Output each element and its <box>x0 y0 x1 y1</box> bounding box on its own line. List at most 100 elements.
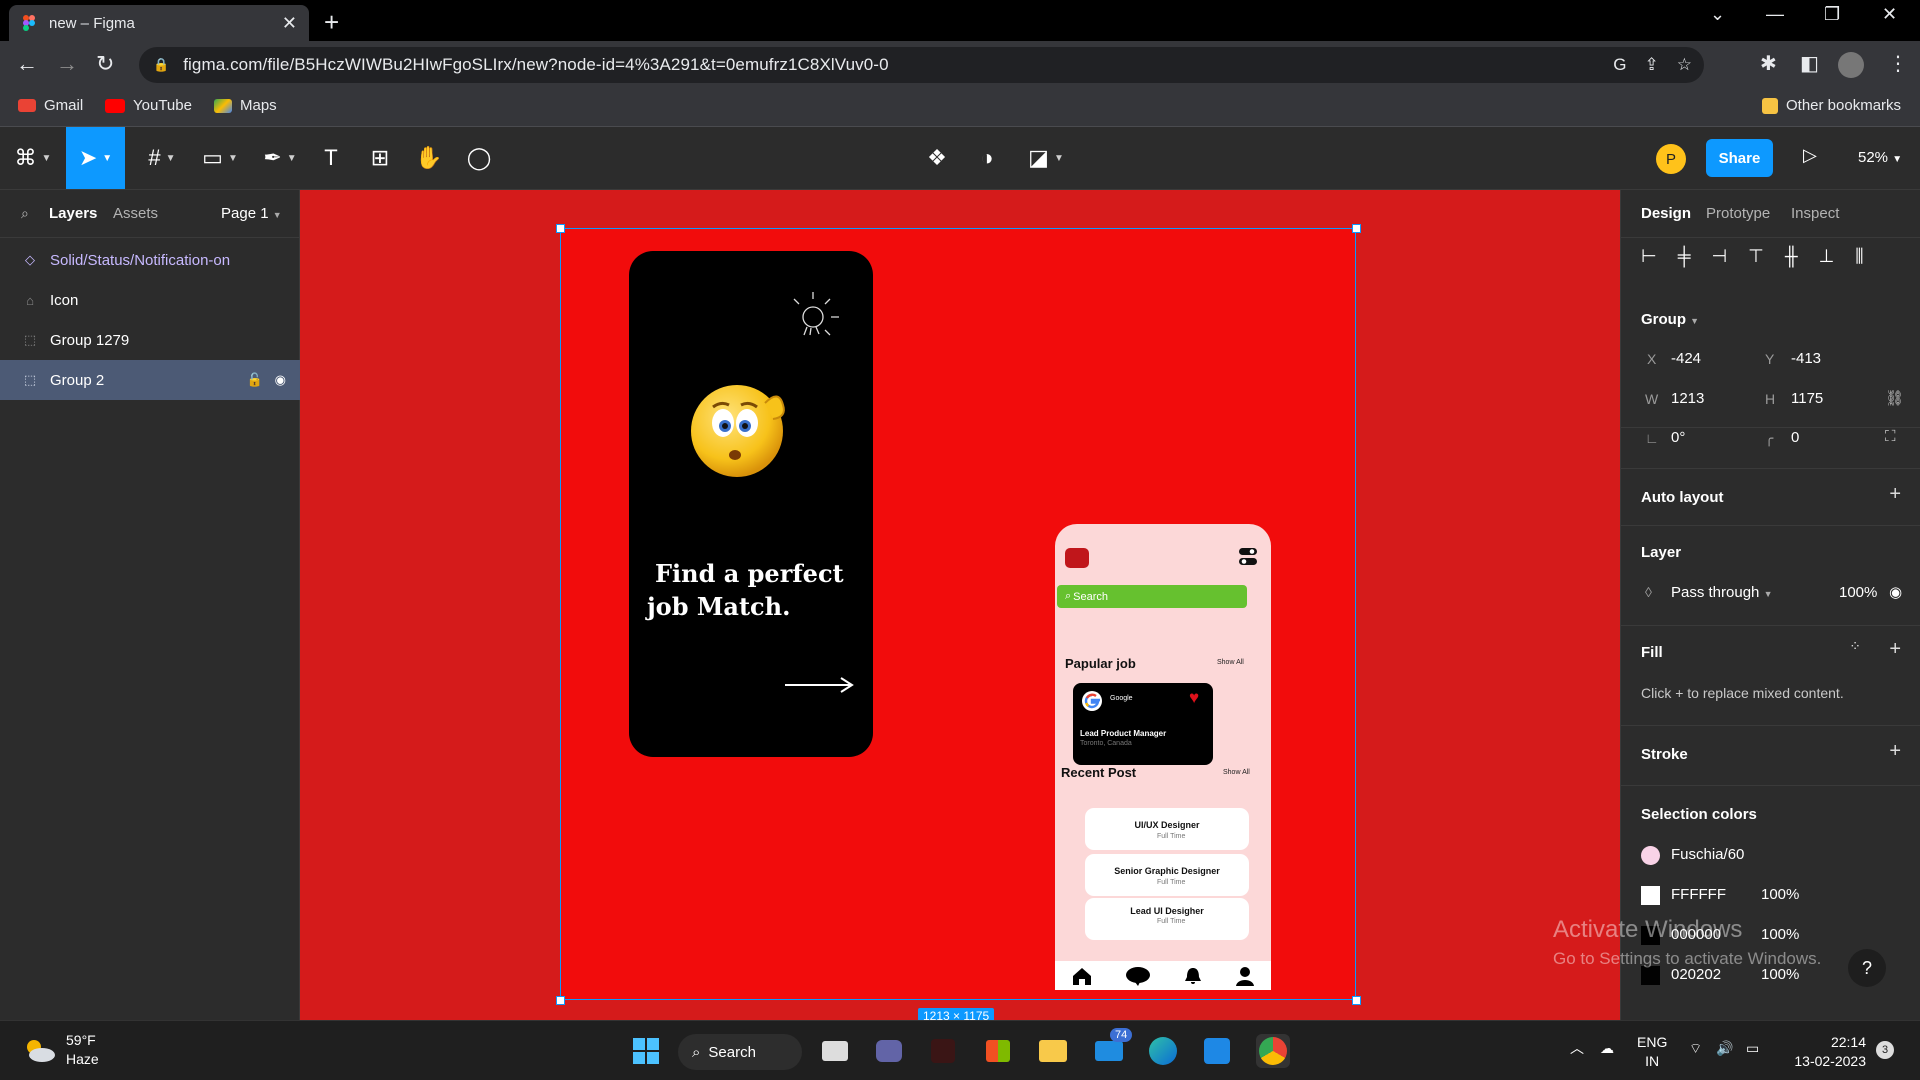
resize-handle[interactable] <box>1352 996 1361 1005</box>
weather-widget[interactable]: 59°F Haze <box>22 1031 99 1069</box>
share-button[interactable]: Share <box>1706 139 1773 177</box>
independent-corners-icon[interactable]: ⛶ <box>1885 428 1896 445</box>
browser-menu-icon[interactable]: ⋮ <box>1888 51 1908 76</box>
eye-icon[interactable]: ◉ <box>275 372 286 388</box>
shape-tool[interactable]: ▭ ▼ <box>198 127 242 189</box>
heart-icon[interactable]: ♥ <box>1189 688 1199 708</box>
lock-icon[interactable]: 🔒 <box>153 57 169 73</box>
minimize-icon[interactable]: — <box>1766 4 1784 25</box>
edge-icon[interactable] <box>1146 1034 1180 1068</box>
tab-prototype[interactable]: Prototype <box>1706 205 1770 222</box>
present-play-icon[interactable]: ▷ <box>1803 145 1817 166</box>
layer-item[interactable]: ⌂ Icon <box>0 280 300 320</box>
file-explorer-icon[interactable] <box>1036 1034 1070 1068</box>
comment-tool[interactable]: ◯ <box>464 127 494 189</box>
opacity-input[interactable]: 100% <box>1839 584 1877 601</box>
profile-icon[interactable] <box>1235 966 1255 986</box>
align-bottom-icon[interactable]: ⊥ <box>1819 246 1835 267</box>
start-button[interactable] <box>629 1034 663 1068</box>
job-card[interactable]: Google ♥ Lead Product Manager Toronto, C… <box>1073 683 1213 765</box>
add-stroke-icon[interactable]: + <box>1889 740 1901 763</box>
close-tab-icon[interactable]: ✕ <box>282 13 297 34</box>
forward-icon[interactable]: → <box>56 51 78 77</box>
canvas[interactable]: Find a perfect job Match. ⌕ Search Papul… <box>300 190 1620 1020</box>
tab-search-icon[interactable]: ⌄ <box>1710 4 1725 25</box>
color-swatch[interactable] <box>1641 846 1660 865</box>
align-left-icon[interactable]: ⊢ <box>1641 246 1657 267</box>
battery-icon[interactable]: ▭ <box>1746 1039 1759 1058</box>
tab-inspect[interactable]: Inspect <box>1791 205 1839 222</box>
color-opacity[interactable]: 100% <box>1761 886 1799 903</box>
app-icon-predator[interactable] <box>926 1034 960 1068</box>
notification-badge[interactable]: 3 <box>1876 1041 1894 1059</box>
pen-tool[interactable]: ✒ ▼ <box>258 127 302 189</box>
language-indicator[interactable]: ENG IN <box>1637 1033 1667 1071</box>
recent-post-card[interactable]: Lead UI Desigher Full Time <box>1085 898 1249 940</box>
figma-menu-button[interactable]: ⌘ ▼ <box>10 127 56 189</box>
layer-item-selected[interactable]: ⬚ Group 2 🔓 ◉ <box>0 360 300 400</box>
clock[interactable]: 22:14 13-02-2023 <box>1790 1033 1866 1071</box>
unlock-icon[interactable]: 🔓 <box>246 372 262 388</box>
distribute-icon[interactable]: ⫼ <box>1855 246 1863 267</box>
phone-mockup-home[interactable]: ⌕ Search Papular job Show All Google ♥ L… <box>1055 524 1271 990</box>
add-auto-layout-icon[interactable]: + <box>1889 483 1901 506</box>
home-icon[interactable] <box>1071 966 1093 986</box>
tab-design[interactable]: Design <box>1641 205 1691 222</box>
help-icon[interactable]: ? <box>1848 949 1886 987</box>
show-all-link[interactable]: Show All <box>1217 659 1244 666</box>
zoom-dropdown[interactable]: 52% ▼ <box>1858 149 1902 166</box>
teams-chat-icon[interactable] <box>872 1034 906 1068</box>
add-fill-icon[interactable]: + <box>1889 638 1901 661</box>
tab-assets[interactable]: Assets <box>113 205 158 222</box>
search-input[interactable]: ⌕ Search <box>1057 585 1247 608</box>
text-tool[interactable]: T <box>316 127 346 189</box>
volume-icon[interactable]: 🔊 <box>1716 1039 1733 1058</box>
resize-handle[interactable] <box>556 224 565 233</box>
radius-input[interactable]: 0 <box>1791 429 1799 446</box>
side-panel-icon[interactable]: ◧ <box>1800 51 1819 76</box>
layer-item[interactable]: ◇ Solid/Status/Notification-on <box>0 240 300 280</box>
width-input[interactable]: 1213 <box>1671 390 1704 407</box>
group-title[interactable]: Group ▼ <box>1641 311 1699 328</box>
color-swatch[interactable] <box>1641 886 1660 905</box>
tray-overflow-icon[interactable]: ︿ <box>1570 1039 1584 1058</box>
window-close-icon[interactable]: ✕ <box>1882 4 1897 25</box>
new-tab-icon[interactable]: + <box>324 7 339 38</box>
x-input[interactable]: -424 <box>1671 350 1701 367</box>
resources-tool[interactable]: ⊞ <box>365 127 395 189</box>
page-selector[interactable]: Page 1 ▼ <box>221 205 282 222</box>
share-page-icon[interactable]: ⇪ <box>1645 55 1659 75</box>
align-top-icon[interactable]: ⊤ <box>1748 246 1764 267</box>
resize-handle[interactable] <box>556 996 565 1005</box>
vscode-icon[interactable] <box>1200 1034 1234 1068</box>
align-center-h-icon[interactable]: ╪ <box>1678 246 1691 267</box>
onedrive-icon[interactable]: ☁ <box>1600 1039 1614 1058</box>
rotation-input[interactable]: 0° <box>1671 429 1685 446</box>
resize-handle[interactable] <box>1352 224 1361 233</box>
layer-item[interactable]: ⬚ Group 1279 <box>0 320 300 360</box>
bookmark-maps[interactable]: Maps <box>214 97 277 114</box>
selected-group-frame[interactable]: Find a perfect job Match. ⌕ Search Papul… <box>560 228 1356 1000</box>
address-bar[interactable]: 🔒 figma.com/file/B5HczWIWBu2HIwFgoSLIrx/… <box>139 47 1704 83</box>
microsoft-store-icon[interactable] <box>981 1034 1015 1068</box>
recent-post-card[interactable]: Senior Graphic Designer Full Time <box>1085 854 1249 896</box>
y-input[interactable]: -413 <box>1791 350 1821 367</box>
bookmark-youtube[interactable]: YouTube <box>105 97 192 114</box>
align-right-icon[interactable]: ⊣ <box>1711 246 1727 267</box>
reload-icon[interactable]: ↻ <box>96 51 114 77</box>
bookmark-star-icon[interactable]: ☆ <box>1677 55 1692 75</box>
other-bookmarks[interactable]: Other bookmarks <box>1762 97 1901 114</box>
styles-grid-icon[interactable]: ⁘ <box>1849 638 1861 655</box>
chrome-icon[interactable] <box>1256 1034 1290 1068</box>
chat-icon[interactable] <box>1125 966 1151 986</box>
visibility-eye-icon[interactable]: ◉ <box>1889 583 1902 601</box>
move-tool[interactable]: ➤ ▼ <box>66 127 125 189</box>
mail-icon[interactable]: 74 <box>1092 1028 1133 1068</box>
hand-tool[interactable]: ✋ <box>414 127 444 189</box>
taskbar-search[interactable]: ⌕ Search <box>678 1034 802 1070</box>
task-view-icon[interactable] <box>818 1034 852 1068</box>
restore-icon[interactable]: ❐ <box>1824 4 1840 25</box>
blend-mode-select[interactable]: Pass through ▼ <box>1671 584 1772 601</box>
component-button[interactable]: ❖ <box>922 127 952 189</box>
constrain-proportions-icon[interactable]: ⛓ <box>1885 389 1904 407</box>
